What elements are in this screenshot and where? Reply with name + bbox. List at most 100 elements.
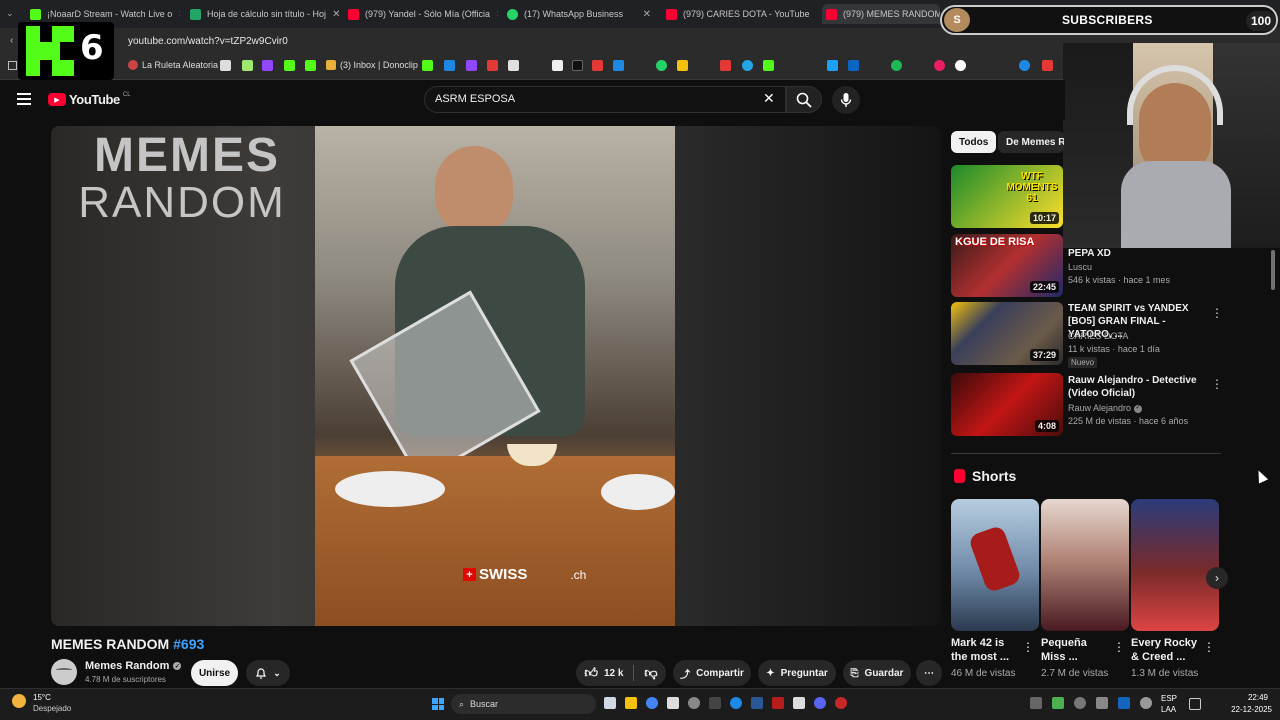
- more-options-icon[interactable]: ⋮: [1211, 306, 1223, 320]
- taskbar-app-icon[interactable]: [667, 697, 679, 709]
- tab-kick[interactable]: ¡NoaarD Stream - Watch Live o ✕: [30, 4, 180, 24]
- video-hashtag[interactable]: #693: [173, 636, 204, 652]
- spotify-icon[interactable]: [891, 60, 902, 71]
- channel-name[interactable]: Memes Random ✓: [85, 660, 182, 672]
- share-button[interactable]: ⤴ Compartir: [673, 660, 751, 686]
- chip-todos[interactable]: Todos: [951, 131, 997, 153]
- bookmark-icon[interactable]: [572, 60, 583, 71]
- like-button[interactable]: 👍︎ 12 k: [584, 665, 623, 681]
- clear-search-icon[interactable]: ✕: [763, 90, 775, 107]
- more-options-icon[interactable]: ⋮: [1113, 640, 1125, 654]
- chip-de-memes-random[interactable]: De Memes Ra: [998, 131, 1064, 153]
- tray-microphone-icon[interactable]: [1140, 697, 1152, 709]
- linkedin-icon[interactable]: [848, 60, 859, 71]
- taskbar-app-icon[interactable]: [709, 697, 721, 709]
- bookmark-icon[interactable]: [720, 60, 731, 71]
- tray-icon[interactable]: [1118, 697, 1130, 709]
- bookmark-icon[interactable]: [763, 60, 774, 71]
- bookmark-ruleta[interactable]: La Ruleta Aleatoria: [128, 60, 218, 70]
- voice-search-button[interactable]: [832, 86, 860, 114]
- short-thumbnail[interactable]: [1131, 499, 1219, 631]
- bookmark-icon[interactable]: [1019, 60, 1030, 71]
- short-thumbnail[interactable]: [1041, 499, 1129, 631]
- keyboard-language[interactable]: ESP: [1161, 694, 1177, 703]
- keyboard-layout[interactable]: LAA: [1161, 705, 1176, 714]
- close-tab-icon[interactable]: ✕: [643, 9, 657, 20]
- more-options-icon[interactable]: ⋮: [1022, 640, 1034, 654]
- thumbs-down-icon[interactable]: 👎︎: [644, 665, 657, 681]
- url-field[interactable]: youtube.com/watch?v=tZP2w9Cvir0: [128, 36, 288, 47]
- bookmark-icon[interactable]: [677, 60, 688, 71]
- page-scrollbar[interactable]: [1271, 250, 1275, 290]
- more-options-icon[interactable]: ⋮: [1203, 640, 1215, 654]
- bookmark-icon[interactable]: [284, 60, 295, 71]
- search-button[interactable]: [786, 86, 822, 113]
- tab-whatsapp[interactable]: (17) WhatsApp Business ✕: [507, 4, 657, 24]
- recommendation-item[interactable]: KGUE DE RISA 22:45 PEPA XD Luscu 546 k v…: [951, 234, 1221, 298]
- tab-list-chevron-icon[interactable]: ⌄: [6, 8, 14, 19]
- youtube-logo[interactable]: ▶ YouTube CL: [48, 92, 131, 107]
- twitch-icon[interactable]: [262, 60, 273, 71]
- bookmark-icon[interactable]: [487, 60, 498, 71]
- join-button[interactable]: Unirse: [191, 660, 238, 686]
- kick-icon[interactable]: [305, 60, 316, 71]
- bookmark-icon[interactable]: [242, 60, 253, 71]
- notifications-button[interactable]: ⌄: [246, 660, 290, 686]
- clock-time[interactable]: 22:49: [1226, 693, 1268, 702]
- twitter-icon[interactable]: [827, 60, 838, 71]
- close-tab-icon[interactable]: ✕: [332, 9, 340, 20]
- recommendation-channel[interactable]: Rauw Alejandro ✓: [1068, 402, 1143, 415]
- close-tab-icon[interactable]: ✕: [178, 9, 180, 20]
- tray-icon[interactable]: [1074, 697, 1086, 709]
- short-title[interactable]: Pequeña Miss ...: [1041, 636, 1113, 664]
- tray-icon[interactable]: [1096, 697, 1108, 709]
- menu-hamburger-icon[interactable]: [17, 93, 31, 105]
- recommendation-channel[interactable]: CARIES DOTA: [1068, 330, 1128, 343]
- back-arrow-icon[interactable]: ‹: [10, 35, 13, 46]
- bookmark-icon[interactable]: [508, 60, 519, 71]
- taskbar-search[interactable]: ⌕ Buscar: [451, 694, 596, 714]
- save-button[interactable]: ⎘ Guardar: [843, 660, 911, 686]
- clock-date[interactable]: 22-12-2025: [1226, 705, 1272, 714]
- short-title[interactable]: Every Rocky & Creed ...: [1131, 636, 1203, 664]
- network-icon[interactable]: [1189, 698, 1201, 710]
- taskbar-app-icon[interactable]: [835, 697, 847, 709]
- tab-caries-dota[interactable]: (979) CARIES DOTA - YouTube✕: [666, 4, 816, 24]
- recommendation-channel[interactable]: Luscu: [1068, 261, 1092, 274]
- tab-memes-random-active[interactable]: (979) MEMES RANDOM #6: [822, 4, 940, 24]
- tab-yandel[interactable]: (979) Yandel - Sólo Mía (Officia ✕: [348, 4, 498, 24]
- bookmark-donoclip[interactable]: (3) Inbox | Donoclip: [326, 60, 418, 70]
- chrome-icon[interactable]: [646, 697, 658, 709]
- recommendation-item[interactable]: 4:08 Rauw Alejandro - Detective (Video O…: [951, 373, 1223, 437]
- short-title[interactable]: Mark 42 is the most ...: [951, 636, 1023, 664]
- twitch-icon[interactable]: [466, 60, 477, 71]
- bookmark-icon[interactable]: [613, 60, 624, 71]
- task-view-icon[interactable]: [604, 697, 616, 709]
- bookmark-icon[interactable]: [592, 60, 603, 71]
- bookmark-icon[interactable]: [1042, 60, 1053, 71]
- bookmark-icon[interactable]: [422, 60, 433, 71]
- bookmark-icon[interactable]: [934, 60, 945, 71]
- video-player[interactable]: MEMES RANDOM + SWISS .ch: [51, 126, 941, 626]
- bookmark-icon[interactable]: [955, 60, 966, 71]
- search-input[interactable]: ASRM ESPOSA: [424, 86, 786, 113]
- taskbar-app-icon[interactable]: [730, 697, 742, 709]
- discord-icon[interactable]: [814, 697, 826, 709]
- telegram-icon[interactable]: [742, 60, 753, 71]
- close-tab-icon[interactable]: ✕: [496, 9, 498, 20]
- bookmark-icon[interactable]: [220, 60, 231, 71]
- more-options-icon[interactable]: ⋮: [1211, 377, 1223, 391]
- taskbar-app-icon[interactable]: [688, 697, 700, 709]
- taskbar-app-icon[interactable]: [793, 697, 805, 709]
- short-thumbnail[interactable]: [951, 499, 1039, 631]
- channel-avatar[interactable]: [51, 659, 77, 685]
- bookmark-icon[interactable]: [552, 60, 563, 71]
- tray-icon[interactable]: [1052, 697, 1064, 709]
- steam-icon[interactable]: [751, 697, 763, 709]
- recommendation-item[interactable]: WTF MOMENTS 61 10:17: [951, 165, 1221, 229]
- tray-icon[interactable]: [1030, 697, 1042, 709]
- ask-button[interactable]: ✦ Preguntar: [758, 660, 836, 686]
- shorts-next-icon[interactable]: ›: [1206, 567, 1228, 589]
- tab-sheets[interactable]: Hoja de cálculo sin título - Hoj ✕: [190, 4, 340, 24]
- whatsapp-icon[interactable]: [656, 60, 667, 71]
